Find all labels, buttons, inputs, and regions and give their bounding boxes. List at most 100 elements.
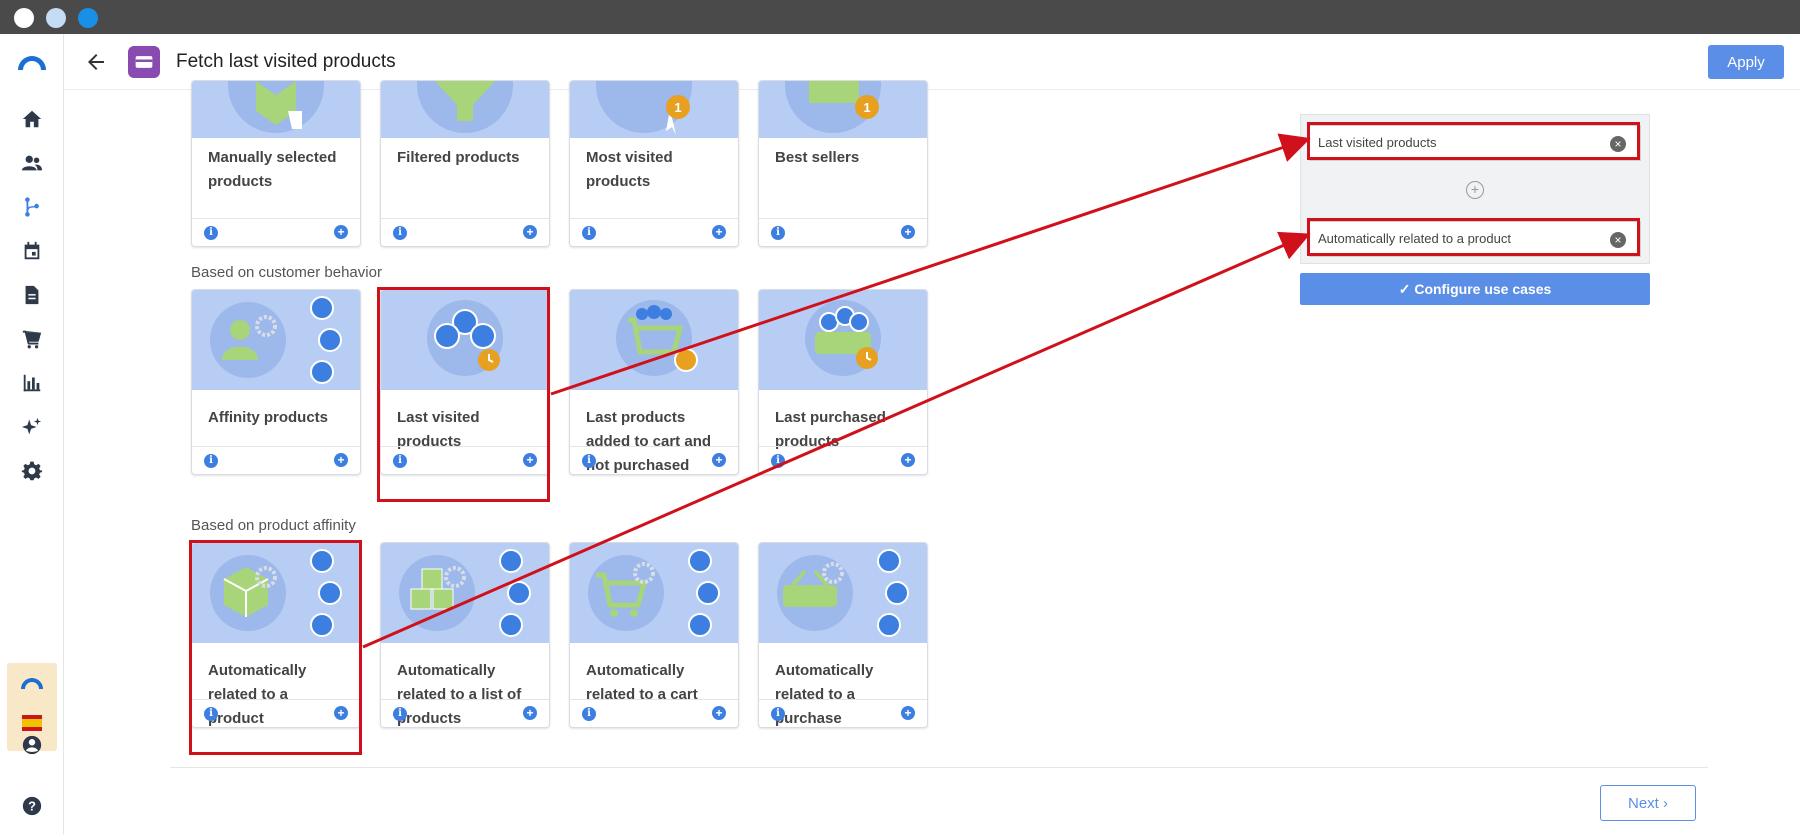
add-icon[interactable]: + xyxy=(523,706,537,720)
use-case-panel: Last visited products × + Automatically … xyxy=(1300,114,1650,264)
maximize-window-button[interactable] xyxy=(78,8,98,28)
tile-footer: i + xyxy=(381,446,549,474)
calendar-icon[interactable] xyxy=(20,239,44,263)
tile-manually-selected-products[interactable]: Manually selected products i + xyxy=(191,80,361,247)
tile-illustration xyxy=(192,81,360,138)
document-icon[interactable] xyxy=(20,283,44,307)
tile-automatically-related-to-a-list-of-products[interactable]: Automatically related to a list of produ… xyxy=(380,542,550,728)
info-icon[interactable]: i xyxy=(582,707,596,721)
add-icon[interactable]: + xyxy=(334,453,348,467)
tile-footer: i + xyxy=(192,699,360,727)
add-icon[interactable]: + xyxy=(901,453,915,467)
tile-illustration: 1 xyxy=(759,81,927,138)
tile-footer: i + xyxy=(570,699,738,727)
use-case-slot[interactable]: Last visited products × xyxy=(1309,125,1641,161)
svg-text:1: 1 xyxy=(674,100,681,115)
tile-footer: i + xyxy=(759,446,927,474)
tile-illustration xyxy=(381,290,549,390)
tile-last-visited-products[interactable]: Last visited products i + xyxy=(380,289,550,475)
info-icon[interactable]: i xyxy=(771,707,785,721)
page-title: Fetch last visited products xyxy=(176,51,396,72)
use-case-slot[interactable]: Automatically related to a product × xyxy=(1309,221,1641,257)
svg-text:?: ? xyxy=(28,799,36,814)
section-label-customer-behavior: Based on customer behavior xyxy=(191,264,382,281)
tile-last-products-added-to-cart[interactable]: Last products added to cart and not purc… xyxy=(569,289,739,475)
sparkle-icon[interactable] xyxy=(20,415,44,439)
use-case-slot-label: Last visited products xyxy=(1318,135,1437,150)
configure-use-cases-button[interactable]: ✓ Configure use cases xyxy=(1300,273,1650,305)
tile-most-visited-products[interactable]: 1 Most visited products i + xyxy=(569,80,739,247)
add-icon[interactable]: + xyxy=(523,453,537,467)
tile-footer: i + xyxy=(759,699,927,727)
add-icon[interactable]: + xyxy=(901,225,915,239)
back-arrow-icon[interactable] xyxy=(84,50,108,74)
tile-illustration xyxy=(192,290,360,390)
section-label-product-affinity: Based on product affinity xyxy=(191,517,356,534)
tile-label: Manually selected products xyxy=(208,149,337,190)
apply-button[interactable]: Apply xyxy=(1708,45,1784,79)
tile-illustration xyxy=(381,543,549,643)
help-icon[interactable]: ? xyxy=(20,794,44,818)
users-icon[interactable] xyxy=(20,151,44,175)
tile-footer: i + xyxy=(192,218,360,246)
tile-automatically-related-to-a-purchase[interactable]: Automatically related to a purchase i + xyxy=(758,542,928,728)
info-icon[interactable]: i xyxy=(204,707,218,721)
cart-icon[interactable] xyxy=(20,327,44,351)
minimize-window-button[interactable] xyxy=(46,8,66,28)
footer-divider xyxy=(170,767,1708,768)
info-icon[interactable]: i xyxy=(393,707,407,721)
tile-footer: i + xyxy=(381,699,549,727)
tile-best-sellers[interactable]: 1 Best sellers i + xyxy=(758,80,928,247)
flow-icon[interactable] xyxy=(20,195,44,219)
add-slot-icon[interactable]: + xyxy=(1466,181,1484,199)
tile-footer: i + xyxy=(570,218,738,246)
remove-icon[interactable]: × xyxy=(1610,232,1626,248)
tile-footer: i + xyxy=(759,218,927,246)
add-icon[interactable]: + xyxy=(712,706,726,720)
next-button[interactable]: Next › xyxy=(1600,785,1696,821)
account-icon[interactable] xyxy=(20,733,44,757)
close-window-button[interactable] xyxy=(14,8,34,28)
tile-affinity-products[interactable]: Affinity products i + xyxy=(191,289,361,475)
tile-automatically-related-to-a-cart[interactable]: Automatically related to a cart i + xyxy=(569,542,739,728)
tile-illustration xyxy=(759,543,927,643)
tile-label: Most visited products xyxy=(586,149,673,190)
info-icon[interactable]: i xyxy=(204,226,218,240)
info-icon[interactable]: i xyxy=(582,226,596,240)
add-icon[interactable]: + xyxy=(712,225,726,239)
tile-illustration xyxy=(570,543,738,643)
add-icon[interactable]: + xyxy=(334,225,348,239)
sidebar: ? xyxy=(0,34,64,835)
add-icon[interactable]: + xyxy=(712,453,726,467)
info-icon[interactable]: i xyxy=(771,454,785,468)
add-icon[interactable]: + xyxy=(334,706,348,720)
info-icon[interactable]: i xyxy=(393,226,407,240)
tile-illustration: 1 xyxy=(570,81,738,138)
tile-automatically-related-to-a-product[interactable]: Automatically related to a product i + xyxy=(191,542,361,728)
info-icon[interactable]: i xyxy=(393,454,407,468)
info-icon[interactable]: i xyxy=(771,226,785,240)
tile-label: Filtered products xyxy=(397,149,520,166)
tile-footer: i + xyxy=(570,446,738,474)
tile-filtered-products[interactable]: Filtered products i + xyxy=(380,80,550,247)
tile-last-purchased-products[interactable]: Last purchased products i + xyxy=(758,289,928,475)
remove-icon[interactable]: × xyxy=(1610,136,1626,152)
use-case-slot-label: Automatically related to a product xyxy=(1318,231,1511,246)
tile-illustration xyxy=(759,290,927,390)
tile-illustration xyxy=(381,81,549,138)
info-icon[interactable]: i xyxy=(204,454,218,468)
tile-illustration xyxy=(570,290,738,390)
tile-illustration xyxy=(192,543,360,643)
next-label: Next xyxy=(1627,794,1659,812)
add-icon[interactable]: + xyxy=(901,706,915,720)
svg-text:1: 1 xyxy=(863,100,870,115)
add-icon[interactable]: + xyxy=(523,225,537,239)
tile-label: Affinity products xyxy=(208,409,328,426)
window-titlebar xyxy=(0,0,1800,34)
chart-icon[interactable] xyxy=(20,371,44,395)
tile-label: Best sellers xyxy=(775,149,860,166)
info-icon[interactable]: i xyxy=(582,454,596,468)
logo-icon[interactable] xyxy=(16,50,48,74)
home-icon[interactable] xyxy=(20,107,44,131)
gear-icon[interactable] xyxy=(20,459,44,483)
